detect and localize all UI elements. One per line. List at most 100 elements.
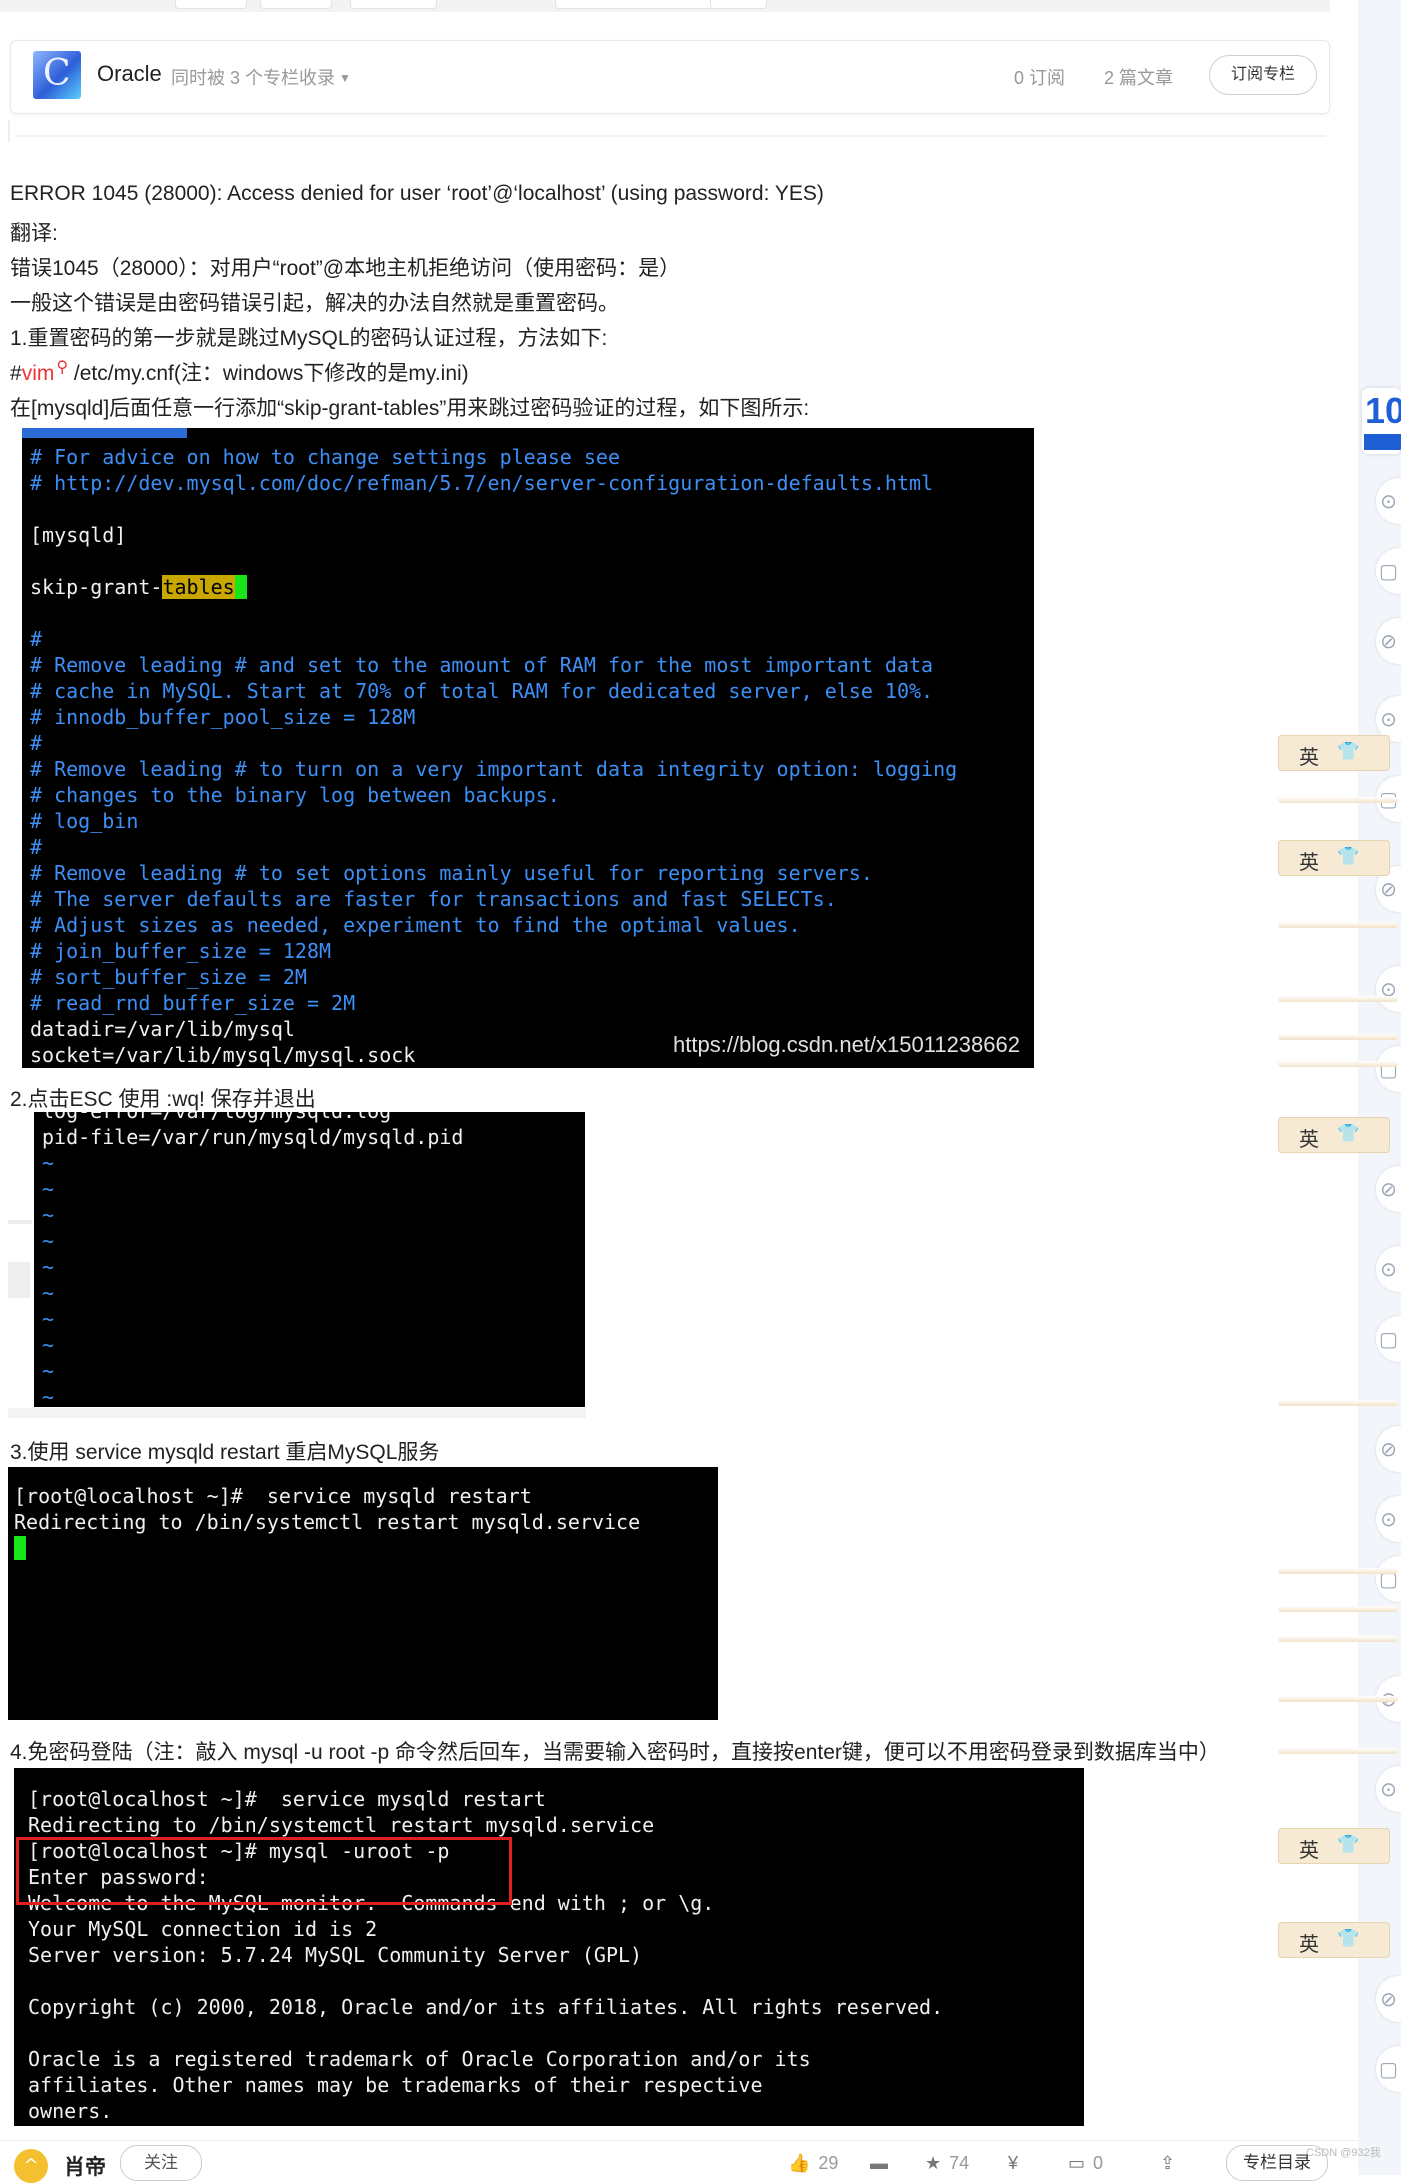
config-line: # read_rnd_buffer_size = 2M: [30, 991, 356, 1015]
author-avatar[interactable]: ^: [14, 2149, 48, 2183]
cursor: _: [234, 575, 247, 599]
highlighted-text: tables: [162, 575, 235, 599]
paragraph: 4.免密码登陆（注：敲入 mysql -u root -p 命令然后回车，当需要…: [10, 1741, 1220, 1764]
terminal-screenshot-login: [root@localhost ~]# service mysqld resta…: [14, 1768, 1084, 2126]
share-button[interactable]: ⇪: [1160, 2153, 1183, 2174]
csdn-watermark: CSDN @932我: [1306, 2147, 1381, 2159]
ime-label: 英: [1299, 745, 1319, 769]
comment-count: 0: [1093, 2153, 1104, 2173]
config-line: # sort_buffer_size = 2M: [30, 965, 307, 989]
ime-shadow: [1278, 1568, 1398, 1574]
dislike-button[interactable]: ▬: [870, 2153, 896, 2174]
terminal-line: Your MySQL connection id is 2: [28, 1917, 378, 1941]
star-icon: ★: [925, 2153, 942, 2173]
ime-shadow: [1278, 1061, 1398, 1067]
config-line: #: [30, 731, 43, 755]
comment-button[interactable]: ▭ 0: [1068, 2153, 1103, 2174]
subscribe-column-button[interactable]: 订阅专栏: [1209, 55, 1317, 95]
terminal-line: owners.: [28, 2099, 113, 2123]
ime-indicator[interactable]: 英 👕: [1278, 840, 1390, 876]
ime-indicator[interactable]: 英 👕: [1278, 1922, 1390, 1958]
ime-indicator[interactable]: 英 👕: [1278, 1828, 1390, 1864]
config-line: # The server defaults are faster for tra…: [30, 887, 837, 911]
terminal-line: [root@localhost ~]# service mysqld resta…: [28, 1787, 546, 1811]
terminal-title-fragment: [22, 428, 187, 438]
paragraph-vim: #vim ⚲ /etc/my.cnf(注：windows下修改的是my.ini): [10, 357, 469, 387]
config-line: skip-grant-: [30, 575, 163, 599]
comment-icon: ▭: [1068, 2153, 1086, 2173]
reward-icon: ¥: [1008, 2153, 1019, 2173]
top-tab-strip: [0, 0, 1330, 12]
rank-badge[interactable]: 10: [1362, 388, 1401, 454]
share-icon: ⇪: [1160, 2153, 1176, 2173]
error-message-text: ERROR 1045 (28000): Access denied for us…: [10, 182, 824, 205]
vim-rest-text: /etc/my.cnf(注：windows下修改的是my.ini): [68, 362, 469, 385]
terminal-screenshot-restart: [root@localhost ~]# service mysqld resta…: [8, 1467, 718, 1720]
column-card: C Oracle 同时被 3 个专栏收录 ▼ 0 订阅 2 篇文章 订阅专栏: [10, 40, 1330, 114]
paragraph: 一般这个错误是由密码错误引起，解决的办法自然就是重置密码。: [10, 292, 619, 315]
column-logo[interactable]: C: [33, 51, 81, 99]
follow-button[interactable]: 关注: [120, 2145, 202, 2181]
vim-link[interactable]: vim: [22, 362, 55, 385]
column-name[interactable]: Oracle: [97, 61, 162, 87]
top-tab[interactable]: [710, 0, 767, 9]
bottom-toolbar: ^ 肖帝 关注 👍 29 ▬ ★ 74 ¥ ▭ 0 ⇪ 专栏目录: [0, 2140, 1358, 2183]
top-tab[interactable]: [260, 0, 332, 9]
divider: [16, 135, 1326, 137]
config-line: # join_buffer_size = 128M: [30, 939, 332, 963]
config-line: # Remove leading # and set to the amount…: [30, 653, 934, 677]
divider: [8, 120, 22, 142]
favorite-count: 74: [949, 2153, 970, 2173]
highlight-box: [16, 1837, 512, 1905]
terminal-screenshot-config: # For advice on how to change settings p…: [22, 428, 1034, 1068]
tilde-line: ~: [42, 1229, 55, 1253]
config-line: # Remove leading # to turn on a very imp…: [30, 757, 958, 781]
top-tab[interactable]: [175, 0, 247, 9]
terminal-line: affiliates. Other names may be trademark…: [28, 2073, 763, 2097]
terminal-line: log-error=/var/log/mysqld.log: [42, 1112, 391, 1123]
config-line: # For advice on how to change settings p…: [30, 445, 621, 469]
like-button[interactable]: 👍 29: [788, 2153, 838, 2174]
ime-shadow: [1278, 1748, 1398, 1754]
author-name[interactable]: 肖帝: [64, 2151, 106, 2181]
shirt-icon: 👕: [1337, 1928, 1360, 1949]
ime-label: 英: [1299, 1127, 1319, 1151]
tilde-line: ~: [42, 1333, 55, 1357]
shirt-icon: 👕: [1337, 741, 1360, 762]
ime-label: 英: [1299, 850, 1319, 874]
config-line: [mysqld]: [30, 523, 127, 547]
ime-indicator[interactable]: 英 👕: [1278, 735, 1390, 771]
hash-text: #: [10, 362, 22, 385]
ime-shadow: [1278, 922, 1398, 928]
paragraph: 在[mysqld]后面任意一行添加“skip-grant-tables”用来跳过…: [10, 397, 810, 420]
column-included-dropdown[interactable]: 同时被 3 个专栏收录 ▼: [171, 64, 351, 90]
config-line: datadir=/var/lib/mysql: [30, 1017, 295, 1041]
terminal-line: Redirecting to /bin/systemctl restart my…: [28, 1813, 655, 1837]
config-line: # changes to the binary log between back…: [30, 783, 560, 807]
terminal-line: Oracle is a registered trademark of Orac…: [28, 2047, 811, 2071]
config-line: # http://dev.mysql.com/doc/refman/5.7/en…: [30, 471, 934, 495]
tilde-line: ~: [42, 1177, 55, 1201]
config-line: # innodb_buffer_pool_size = 128M: [30, 705, 416, 729]
paragraph: 3.使用 service mysqld restart 重启MySQL服务: [10, 1441, 440, 1464]
column-included-text: 同时被 3 个专栏收录: [171, 68, 336, 88]
cursor: [14, 1536, 26, 1560]
tilde-line: ~: [42, 1281, 55, 1305]
ime-indicator[interactable]: 英 👕: [1278, 1117, 1390, 1153]
divider: [8, 1262, 30, 1298]
terminal-line: Redirecting to /bin/systemctl restart my…: [14, 1510, 641, 1534]
terminal-line: Server version: 5.7.24 MySQL Community S…: [28, 1943, 643, 1967]
shirt-icon: 👕: [1337, 846, 1360, 867]
terminal-line: Copyright (c) 2000, 2018, Oracle and/or …: [28, 1995, 944, 2019]
config-line: # log_bin: [30, 809, 139, 833]
top-tab[interactable]: [555, 0, 727, 9]
terminal-line: [root@localhost ~]# service mysqld resta…: [14, 1484, 532, 1508]
reward-button[interactable]: ¥: [1008, 2153, 1026, 2174]
tilde-line: ~: [42, 1203, 55, 1227]
config-line: #: [30, 627, 43, 651]
favorite-button[interactable]: ★ 74: [925, 2153, 969, 2174]
tilde-line: ~: [42, 1151, 55, 1175]
search-icon[interactable]: ⚲: [56, 359, 68, 376]
config-line: socket=/var/lib/mysql/mysql.sock: [30, 1043, 416, 1067]
top-tab[interactable]: [350, 0, 437, 9]
